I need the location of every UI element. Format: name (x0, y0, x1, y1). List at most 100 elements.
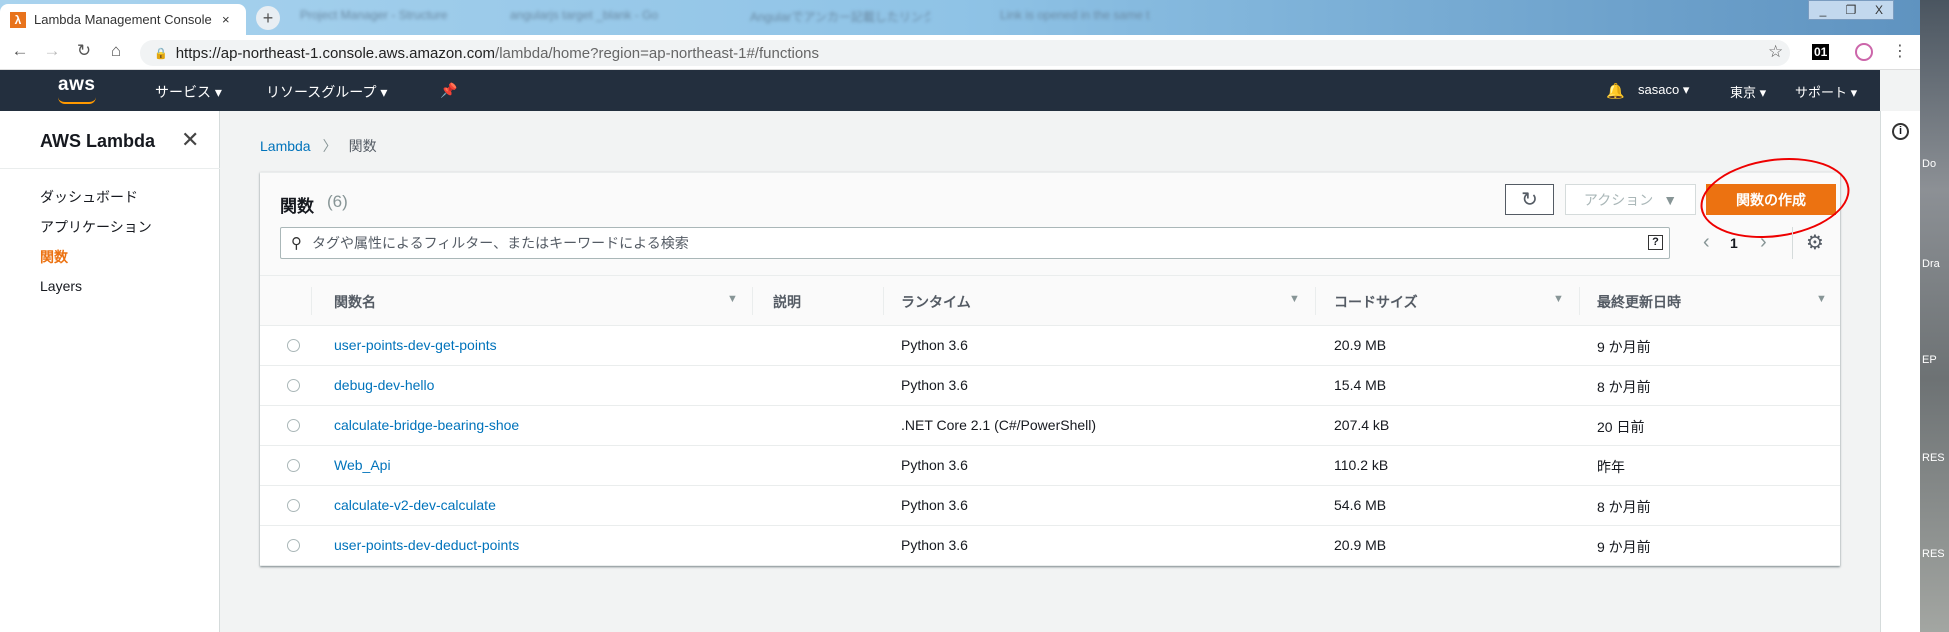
code-size-cell: 15.4 MB (1334, 377, 1387, 393)
table-row[interactable]: debug-dev-hello Python 3.6 15.4 MB 8 か月前 (260, 366, 1840, 406)
home-icon[interactable]: ⌂ (104, 41, 128, 61)
new-tab-button[interactable]: + (256, 6, 280, 30)
panel-title: 関数 (280, 197, 314, 216)
desktop-icon-label[interactable]: Dra (1922, 258, 1940, 270)
row-radio-button[interactable] (287, 499, 300, 512)
runtime-cell: Python 3.6 (901, 337, 968, 353)
table-row[interactable]: user-points-dev-deduct-points Python 3.6… (260, 526, 1840, 566)
table-row[interactable]: user-points-dev-get-points Python 3.6 20… (260, 326, 1840, 366)
forward-icon[interactable]: → (40, 41, 64, 61)
desktop-icon-label[interactable]: EP (1922, 354, 1937, 366)
address-bar-row: ← → ↻ ⌂ 🔒 https://ap-northeast-1.console… (0, 35, 1920, 70)
column-divider (311, 287, 312, 315)
restore-button[interactable]: ❐ (1837, 1, 1865, 19)
row-radio-button[interactable] (287, 539, 300, 552)
divider (0, 168, 220, 169)
gear-icon[interactable]: ⚙ (1806, 230, 1824, 255)
profile-avatar[interactable] (1855, 43, 1873, 61)
column-divider (1579, 287, 1580, 315)
background-tab[interactable]: Link is opened in the same t (1000, 8, 1180, 30)
back-icon[interactable]: ← (8, 41, 32, 61)
code-size-cell: 20.9 MB (1334, 337, 1387, 353)
background-tab[interactable]: Project Manager - Structure (300, 8, 480, 30)
function-name-link[interactable]: calculate-v2-dev-calculate (334, 497, 496, 513)
aws-logo-smile (58, 97, 96, 104)
tab-lambda-console[interactable]: λ Lambda Management Console × (0, 4, 246, 35)
aws-logo[interactable]: aws (58, 74, 95, 96)
reload-icon[interactable]: ↻ (72, 41, 96, 61)
sidebar-item-applications[interactable]: アプリケーション (40, 217, 152, 237)
function-name-link[interactable]: user-points-dev-get-points (334, 337, 497, 353)
bookmark-star-icon[interactable]: ☆ (1768, 42, 1783, 62)
search-input[interactable]: ⚲ タグや属性によるフィルター、またはキーワードによる検索 (280, 227, 1670, 259)
pin-icon[interactable]: 📌 (440, 82, 457, 99)
function-name-link[interactable]: Web_Api (334, 457, 391, 473)
table-row[interactable]: calculate-v2-dev-calculate Python 3.6 54… (260, 486, 1840, 526)
desktop-icon-label[interactable]: Do (1922, 158, 1936, 170)
desktop-background: Do Dra EP RES RES (1920, 0, 1949, 632)
column-divider (883, 287, 884, 315)
next-page-icon[interactable]: › (1760, 231, 1767, 254)
last-modified-cell: 9 か月前 (1597, 339, 1651, 355)
tab-close-icon[interactable]: × (222, 12, 230, 27)
sidebar-item-functions[interactable]: 関数 (40, 247, 68, 267)
divider (1792, 227, 1793, 259)
bell-icon[interactable]: 🔔 (1606, 82, 1625, 100)
minimize-button[interactable]: _ (1809, 1, 1837, 19)
code-size-cell: 110.2 kB (1334, 457, 1389, 473)
function-name-link[interactable]: user-points-dev-deduct-points (334, 537, 519, 553)
caret-down-icon: ▼ (1663, 191, 1678, 208)
column-header-last-modified[interactable]: 最終更新日時 (1597, 292, 1681, 312)
services-menu[interactable]: サービス ▾ (155, 82, 222, 102)
sort-icon[interactable]: ▼ (1553, 293, 1564, 305)
breadcrumb-current: 関数 (348, 138, 377, 154)
row-radio-button[interactable] (287, 419, 300, 432)
sidebar-item-layers[interactable]: Layers (40, 278, 82, 294)
table-row[interactable]: calculate-bridge-bearing-shoe .NET Core … (260, 406, 1840, 446)
function-name-link[interactable]: debug-dev-hello (334, 377, 434, 393)
url-input[interactable]: 🔒 https://ap-northeast-1.console.aws.ama… (140, 40, 1790, 66)
close-sidebar-icon[interactable]: ✕ (181, 127, 199, 153)
code-size-cell: 54.6 MB (1334, 497, 1387, 513)
close-window-button[interactable]: X (1865, 1, 1893, 19)
prev-page-icon[interactable]: ‹ (1703, 231, 1710, 254)
row-radio-button[interactable] (287, 379, 300, 392)
table-row[interactable]: Web_Api Python 3.6 110.2 kB 昨年 (260, 446, 1840, 486)
row-radio-button[interactable] (287, 339, 300, 352)
region-menu[interactable]: 東京 ▾ (1730, 82, 1766, 101)
support-menu[interactable]: サポート ▾ (1795, 82, 1857, 101)
column-header-name[interactable]: 関数名 (334, 292, 376, 312)
functions-panel: 関数 (6) ↻ アクション ▼ 関数の作成 ⚲ タグや属性によるフィルター、また… (260, 148, 1855, 566)
sort-icon[interactable]: ▼ (1816, 293, 1827, 305)
column-header-description[interactable]: 説明 (773, 292, 801, 312)
background-tab[interactable]: angularjs target _blank - Go (510, 8, 690, 30)
background-tab[interactable]: Angularでアンカー記載したリンク (750, 8, 930, 30)
page-number[interactable]: 1 (1730, 235, 1738, 251)
account-menu[interactable]: sasaco ▾ (1638, 82, 1689, 98)
breadcrumb: Lambda 〉 関数 (260, 136, 377, 156)
sort-icon[interactable]: ▼ (1289, 293, 1300, 305)
desktop-icon-label[interactable]: RES (1922, 452, 1945, 464)
refresh-button[interactable]: ↻ (1505, 184, 1554, 215)
column-header-code-size[interactable]: コードサイズ (1334, 292, 1418, 312)
row-radio-button[interactable] (287, 459, 300, 472)
runtime-cell: Python 3.6 (901, 377, 968, 393)
resource-groups-menu[interactable]: リソースグループ ▾ (266, 82, 387, 102)
info-icon[interactable]: i (1892, 123, 1909, 140)
column-divider (752, 287, 753, 315)
function-name-link[interactable]: calculate-bridge-bearing-shoe (334, 417, 519, 433)
browser-menu-icon[interactable]: ⋮ (1892, 41, 1908, 61)
sidebar-title: AWS Lambda (40, 131, 156, 151)
create-function-button[interactable]: 関数の作成 (1706, 184, 1836, 215)
url-host: https://ap-northeast-1.console.aws.amazo… (175, 44, 496, 62)
column-header-runtime[interactable]: ランタイム (901, 292, 971, 312)
desktop-icon-label[interactable]: RES (1922, 548, 1945, 560)
help-icon[interactable]: ? (1648, 235, 1663, 250)
runtime-cell: .NET Core 2.1 (C#/PowerShell) (901, 417, 1097, 433)
window-controls: _ ❐ X (1808, 0, 1894, 20)
extension-01-icon[interactable]: 01 (1812, 44, 1830, 60)
sort-icon[interactable]: ▼ (727, 293, 738, 305)
breadcrumb-lambda[interactable]: Lambda (260, 138, 311, 154)
actions-dropdown[interactable]: アクション ▼ (1565, 184, 1696, 215)
sidebar-item-dashboard[interactable]: ダッシュボード (40, 187, 138, 207)
